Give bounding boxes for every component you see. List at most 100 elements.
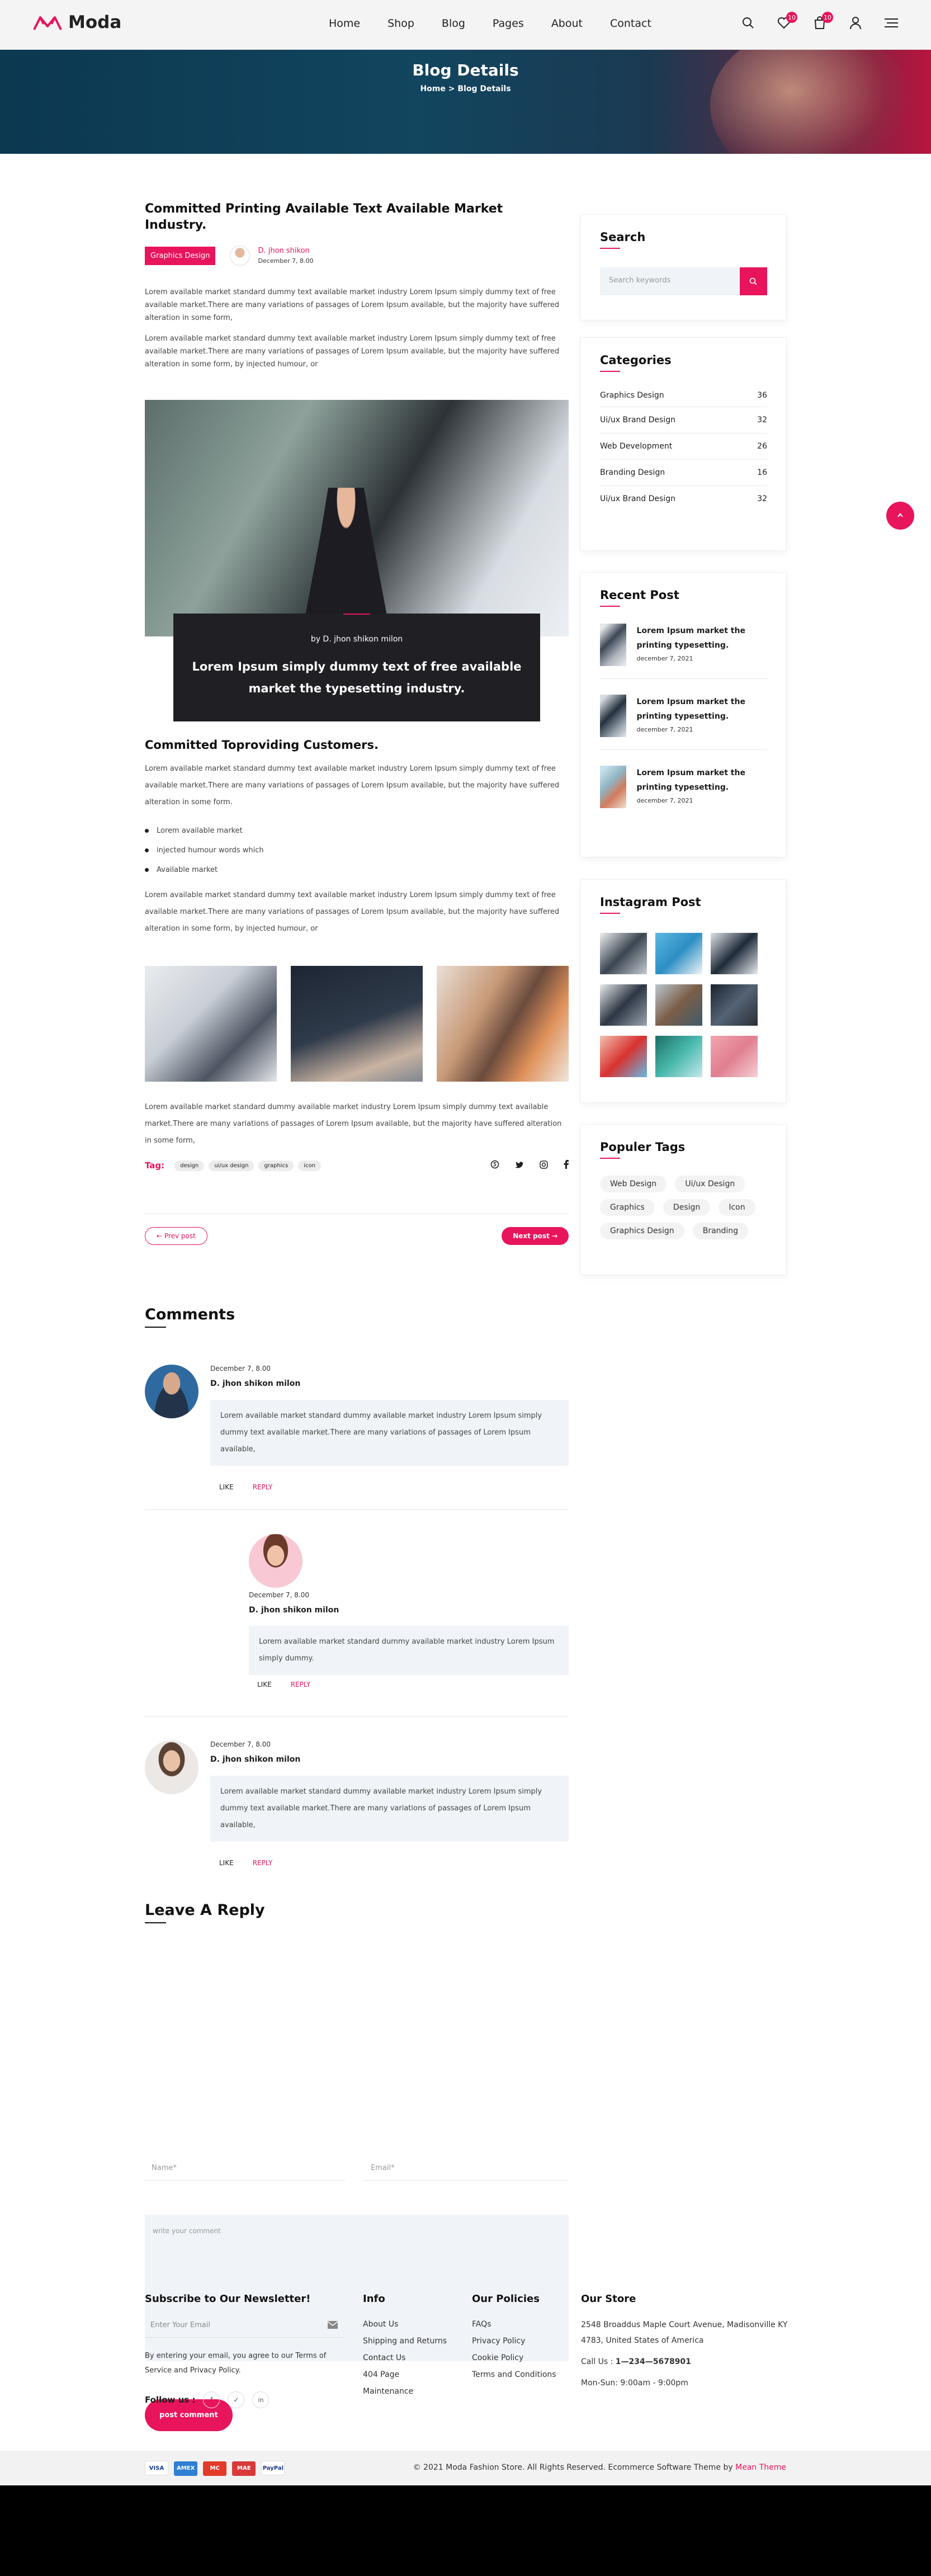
post-tag[interactable]: graphics — [258, 1160, 294, 1171]
tag-cloud: Web Design Ui/ux Design Graphics Design … — [600, 1176, 768, 1246]
instagram-photo[interactable] — [600, 933, 647, 974]
footer-link[interactable]: Terms and Conditions — [472, 2366, 556, 2383]
widget-title: Recent Post — [600, 588, 679, 602]
recent-post-item[interactable]: Lorem Ipsum market the printing typesett… — [600, 624, 767, 679]
gallery-image[interactable] — [291, 966, 423, 1082]
nav-about[interactable]: About — [551, 17, 583, 30]
post-tag[interactable]: icon — [298, 1160, 321, 1171]
twitter-icon[interactable] — [515, 1160, 524, 1171]
footer-link[interactable]: Privacy Policy — [472, 2333, 556, 2349]
instagram-photo[interactable] — [655, 933, 702, 974]
newsletter-input[interactable]: Enter Your Email — [145, 2320, 344, 2338]
user-icon[interactable] — [847, 15, 864, 31]
recent-post-item[interactable]: Lorem Ipsum market the printing typesett… — [600, 766, 767, 808]
nav-blog[interactable]: Blog — [442, 17, 465, 30]
post-tag[interactable]: design — [174, 1160, 205, 1171]
nav-shop[interactable]: Shop — [387, 17, 414, 30]
reply-button[interactable]: REPLY — [291, 1681, 311, 1688]
instagram-photo[interactable] — [600, 984, 647, 1026]
facebook-icon[interactable] — [564, 1160, 569, 1171]
arrow-up-icon — [897, 513, 903, 517]
instagram-photo[interactable] — [711, 1036, 758, 1077]
skype-icon[interactable] — [490, 1160, 499, 1171]
gallery-image[interactable] — [145, 966, 277, 1082]
post-tag[interactable]: ui/ux design — [209, 1160, 254, 1171]
post-title: Committed Printing Available Text Availa… — [145, 202, 503, 232]
email-field[interactable]: Email* — [364, 2164, 569, 2181]
category-item[interactable]: Ui/ux Brand Design 32 — [600, 407, 767, 433]
tag-chip[interactable]: Graphics — [600, 1199, 655, 1216]
instagram-icon[interactable] — [540, 1160, 548, 1171]
breadcrumb: Home > Blog Details — [0, 84, 931, 93]
featured-image — [145, 400, 569, 637]
reply-button[interactable]: REPLY — [253, 1483, 273, 1491]
footer-link[interactable]: Maintenance — [363, 2383, 447, 2400]
divider — [145, 1509, 569, 1510]
sidebar-search-button[interactable] — [739, 267, 767, 295]
twitter-icon[interactable]: ✓ — [228, 2391, 245, 2408]
commenter-name: D. jhon shikon milon — [210, 1755, 301, 1764]
footer-link[interactable]: Cookie Policy — [472, 2349, 556, 2366]
next-post-button[interactable]: Next post → — [502, 1227, 569, 1245]
recent-post-title: Lorem Ipsum market the printing typesett… — [636, 697, 745, 721]
footer-link[interactable]: About Us — [363, 2316, 447, 2333]
category-item[interactable]: Graphics Design 36 — [600, 384, 767, 407]
author-name[interactable]: D. jhon shikon — [258, 247, 313, 255]
linkedin-icon[interactable]: in — [252, 2391, 270, 2408]
category-item[interactable]: Ui/ux Brand Design 32 — [600, 486, 767, 512]
instagram-photo[interactable] — [711, 933, 758, 974]
wishlist-heart-icon[interactable]: 10 — [776, 12, 797, 31]
tag-chip[interactable]: Design — [663, 1199, 711, 1216]
like-button[interactable]: LIKE — [257, 1681, 272, 1688]
tag-chip[interactable]: Icon — [719, 1199, 755, 1216]
tag-chip[interactable]: Branding — [692, 1223, 749, 1239]
footer-link[interactable]: FAQs — [472, 2316, 556, 2333]
scroll-top-button[interactable] — [886, 502, 914, 530]
newsletter-title: Subscribe to Our Newsletter! — [145, 2293, 311, 2305]
post-paragraph: Lorem available market standard dummy te… — [145, 891, 560, 933]
recent-post-date: december 7, 2021 — [636, 726, 693, 733]
sidebar-search-input[interactable]: Search keywords — [600, 267, 740, 295]
brand-logo[interactable]: Moda — [32, 12, 121, 32]
menu-hamburger-icon[interactable] — [883, 15, 900, 31]
footer-link[interactable]: Contact Us — [363, 2349, 447, 2366]
prev-post-button[interactable]: ← Prev post — [145, 1227, 207, 1245]
instagram-photo[interactable] — [600, 1036, 647, 1077]
gallery-image[interactable] — [437, 966, 569, 1082]
instagram-photo[interactable] — [655, 984, 702, 1026]
like-button[interactable]: LIKE — [219, 1859, 234, 1867]
store-phone[interactable]: 1—234—5678901 — [616, 2357, 691, 2366]
commenter-avatar — [145, 1740, 199, 1794]
page-bottom-blank — [0, 2485, 931, 2576]
theme-credit-link[interactable]: Mean Theme — [735, 2463, 786, 2472]
footer-info: Info About Us Shipping and Returns Conta… — [363, 2293, 447, 2400]
nav-home[interactable]: Home — [329, 17, 360, 30]
reply-button[interactable]: REPLY — [253, 1859, 273, 1867]
tag-chip[interactable]: Ui/ux Design — [675, 1176, 745, 1192]
main-nav: Home Shop Blog Pages About Contact — [329, 17, 651, 30]
nav-contact[interactable]: Contact — [610, 17, 651, 30]
breadcrumb-home[interactable]: Home — [420, 84, 445, 93]
quote-author: by D. jhon shikon milon — [310, 635, 403, 644]
tag-chip[interactable]: Web Design — [600, 1176, 667, 1192]
category-badge[interactable]: Graphics Design — [145, 246, 216, 265]
search-icon[interactable] — [740, 15, 757, 31]
facebook-icon[interactable]: f — [203, 2391, 220, 2408]
recent-post-item[interactable]: Lorem Ipsum market the printing typesett… — [600, 695, 767, 750]
category-item[interactable]: Branding Design 16 — [600, 460, 767, 486]
name-field[interactable]: Name* — [145, 2164, 345, 2181]
footer-link[interactable]: 404 Page — [363, 2366, 447, 2383]
commenter-name: D. jhon shikon milon — [249, 1606, 339, 1615]
instagram-photo[interactable] — [655, 1036, 702, 1077]
tag-chip[interactable]: Graphics Design — [600, 1223, 684, 1239]
footer-link[interactable]: Shipping and Returns — [363, 2333, 447, 2349]
reply-title: Leave A Reply — [145, 1902, 265, 1919]
like-button[interactable]: LIKE — [219, 1483, 234, 1491]
post-paragraph: Lorem available market standard dummy te… — [145, 288, 560, 323]
cart-bag-icon[interactable]: 10 — [811, 12, 833, 31]
category-item[interactable]: Web Development 26 — [600, 433, 767, 460]
instagram-photo[interactable] — [711, 984, 758, 1026]
page-banner: Blog Details Home > Blog Details — [0, 50, 931, 154]
nav-pages[interactable]: Pages — [493, 17, 524, 30]
recent-post-date: december 7, 2021 — [636, 655, 693, 662]
